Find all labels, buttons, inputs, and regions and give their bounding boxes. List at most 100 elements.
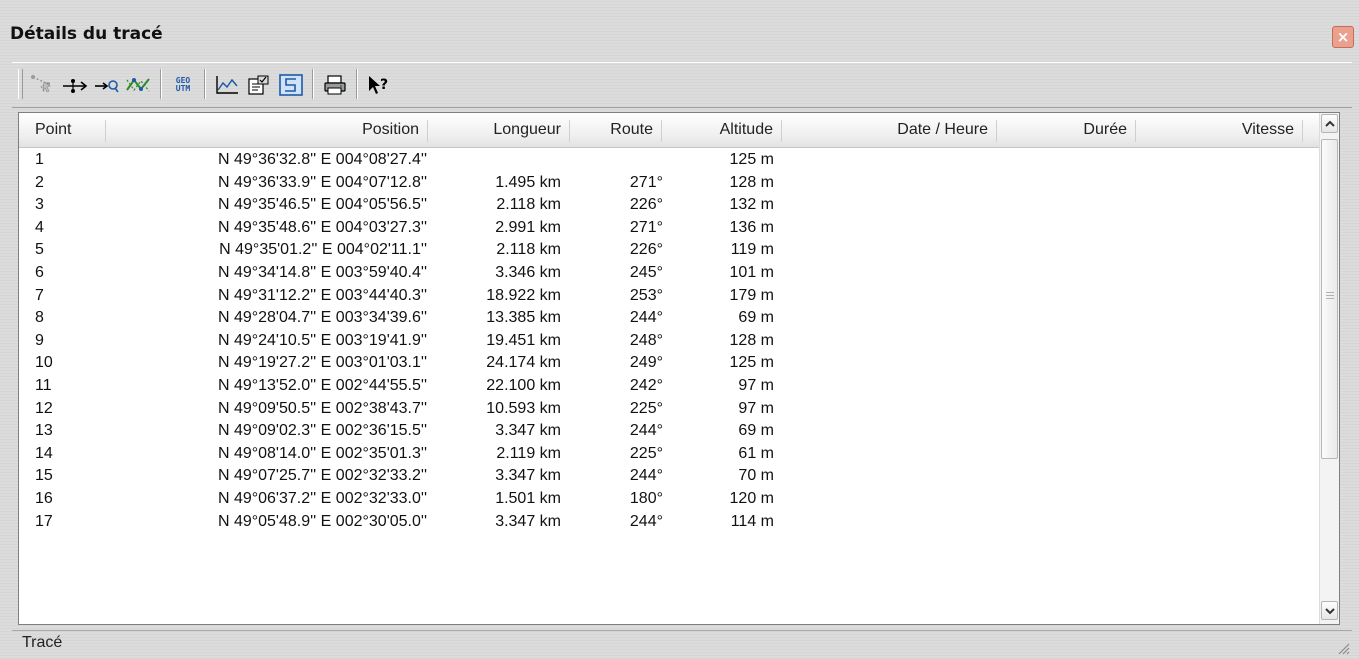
cell-position: N 49°31'12.2'' E 003°44'40.3'' [217,286,427,304]
select-points-icon [31,75,51,94]
add-waypoint-button[interactable] [60,71,90,99]
cell-point: 14 [35,444,53,462]
print-button[interactable] [320,71,350,99]
cell-point: 8 [35,309,44,327]
table-row[interactable]: 16 N 49°06'37.2'' E 002°32'33.0'' 1.501 km… [19,490,1321,512]
chevron-up-icon [1324,120,1335,127]
cell-length: 3.347 km [495,512,561,530]
table-row[interactable]: 11 N 49°13'52.0'' E 002°44'55.5'' 22.100 k… [19,377,1321,399]
window-title: Détails du tracé [10,24,163,44]
column-header-duration[interactable]: Durée [997,113,1135,147]
toolbar-separator [356,69,358,99]
table-row[interactable]: 10 N 49°19'27.2'' E 003°01'03.1'' 24.174 k… [19,354,1321,376]
table-row[interactable]: 9 N 49°24'10.5'' E 003°19'41.9'' 19.451 km… [19,332,1321,354]
cell-position: N 49°24'10.5'' E 003°19'41.9'' [217,331,427,349]
cell-route: 225° [629,444,663,462]
close-button[interactable]: × [1332,26,1354,48]
cell-position: N 49°35'48.6'' E 004°03'27.3'' [217,218,427,236]
elevation-profile-button[interactable] [212,71,242,99]
cell-altitude: 97 m [738,377,774,394]
table-row[interactable]: 1 N 49°36'32.8'' E 004°08'27.4'' 125 m [19,151,1321,173]
utm-label: UTM [175,84,191,93]
cell-point: 12 [35,399,53,417]
table-row[interactable]: 3 N 49°35'46.5'' E 004°05'56.5'' 2.118 km 2… [19,196,1321,218]
column-header-route[interactable]: Route [570,113,661,147]
cell-position: N 49°36'33.9'' E 004°07'12.8'' [217,173,427,191]
column-header-datetime[interactable]: Date / Heure [782,113,996,147]
table-row[interactable]: 8 N 49°28'04.7'' E 003°34'39.6'' 13.385 km… [19,309,1321,331]
cell-position: N 49°35'46.5'' E 004°05'56.5'' [217,196,427,214]
cell-position: N 49°34'14.8'' E 003°59'40.4'' [217,264,427,281]
track-button[interactable] [276,71,306,99]
cell-altitude: 179 m [729,286,774,304]
scroll-down-button[interactable] [1321,601,1338,620]
table-row[interactable]: 14 N 49°08'14.0'' E 002°35'01.3'' 2.119 km… [19,445,1321,467]
cell-route: 271° [629,218,663,236]
elevation-profile-icon [216,76,238,94]
table-row[interactable]: 13 N 49°09'02.3'' E 002°36'15.5'' 3.347 km… [19,422,1321,444]
cell-length: 22.100 km [486,377,561,394]
cell-length: 1.495 km [495,173,561,191]
cell-position: N 49°28'04.7'' E 003°34'39.6'' [217,309,427,327]
cell-length: 3.347 km [495,467,561,485]
table-row[interactable]: 5 N 49°35'01.2'' E 004°02'11.1'' 2.118 km 2… [19,241,1321,263]
cell-route: 244° [629,309,663,327]
column-header-altitude[interactable]: Altitude [662,113,781,147]
toolbar-separator [204,69,206,99]
cell-route: 226° [629,196,663,214]
cell-route: 248° [629,331,663,349]
cell-point: 13 [35,422,53,440]
cell-point: 7 [35,286,44,304]
geo-utm-button[interactable]: GEO UTM [168,71,198,99]
scroll-thumb[interactable] [1321,139,1338,459]
help-icon: ? [369,76,388,94]
cell-route: 244° [629,512,663,530]
svg-text:?: ? [380,77,388,93]
cell-altitude: 61 m [738,444,774,462]
cell-altitude: 69 m [738,309,774,327]
cell-altitude: 120 m [729,490,774,507]
cell-position: N 49°09'50.5'' E 002°38'43.7'' [217,399,427,417]
cell-position: N 49°07'25.7'' E 002°32'33.2'' [217,467,427,485]
add-waypoint-icon [63,79,88,93]
cell-point: 16 [35,490,53,507]
select-points-button[interactable] [28,71,58,99]
goto-button[interactable] [92,71,122,99]
table-row[interactable]: 4 N 49°35'48.6'' E 004°03'27.3'' 2.991 km 2… [19,219,1321,241]
column-header-position[interactable]: Position [106,113,427,147]
table-row[interactable]: 17 N 49°05'48.9'' E 002°30'05.0'' 3.347 km… [19,513,1321,535]
title-bar: Détails du tracé × [0,20,1359,58]
cell-position: N 49°05'48.9'' E 002°30'05.0'' [217,512,427,530]
cell-point: 11 [35,377,52,394]
print-icon [324,75,346,95]
column-header-speed[interactable]: Vitesse [1136,113,1302,147]
cell-altitude: 132 m [729,196,774,214]
properties-icon [248,75,269,95]
cell-length: 19.451 km [486,331,561,349]
scroll-up-button[interactable] [1321,114,1338,133]
cell-route: 244° [629,467,663,485]
toolbar-grip[interactable] [18,69,23,99]
cell-length: 10.593 km [486,399,561,417]
cell-altitude: 70 m [738,467,774,485]
column-header-length[interactable]: Longueur [428,113,569,147]
table-row[interactable]: 15 N 49°07'25.7'' E 002°32'33.2'' 3.347 km… [19,467,1321,489]
help-button[interactable]: ? [364,71,394,99]
cell-altitude: 136 m [729,218,774,236]
track-simplify-button[interactable] [124,71,154,99]
column-header-point[interactable]: Point [19,113,105,147]
chevron-down-icon [1324,607,1335,614]
table-row[interactable]: 2 N 49°36'33.9'' E 004°07'12.8'' 1.495 km 2… [19,174,1321,196]
cell-point: 4 [35,218,44,236]
cell-route: 180° [629,490,663,507]
table-row[interactable]: 6 N 49°34'14.8'' E 003°59'40.4'' 3.346 km 2… [19,264,1321,286]
cell-point: 6 [35,264,44,281]
vertical-scrollbar[interactable] [1319,113,1339,624]
cell-route: 244° [629,422,663,440]
toolbar: GEO UTM ? [12,62,1352,108]
table-row[interactable]: 7 N 49°31'12.2'' E 003°44'40.3'' 18.922 km… [19,287,1321,309]
resize-grip-icon[interactable] [1336,641,1350,655]
table-row[interactable]: 12 N 49°09'50.5'' E 002°38'43.7'' 10.593 k… [19,400,1321,422]
properties-button[interactable] [244,71,274,99]
cell-length: 18.922 km [486,286,561,304]
